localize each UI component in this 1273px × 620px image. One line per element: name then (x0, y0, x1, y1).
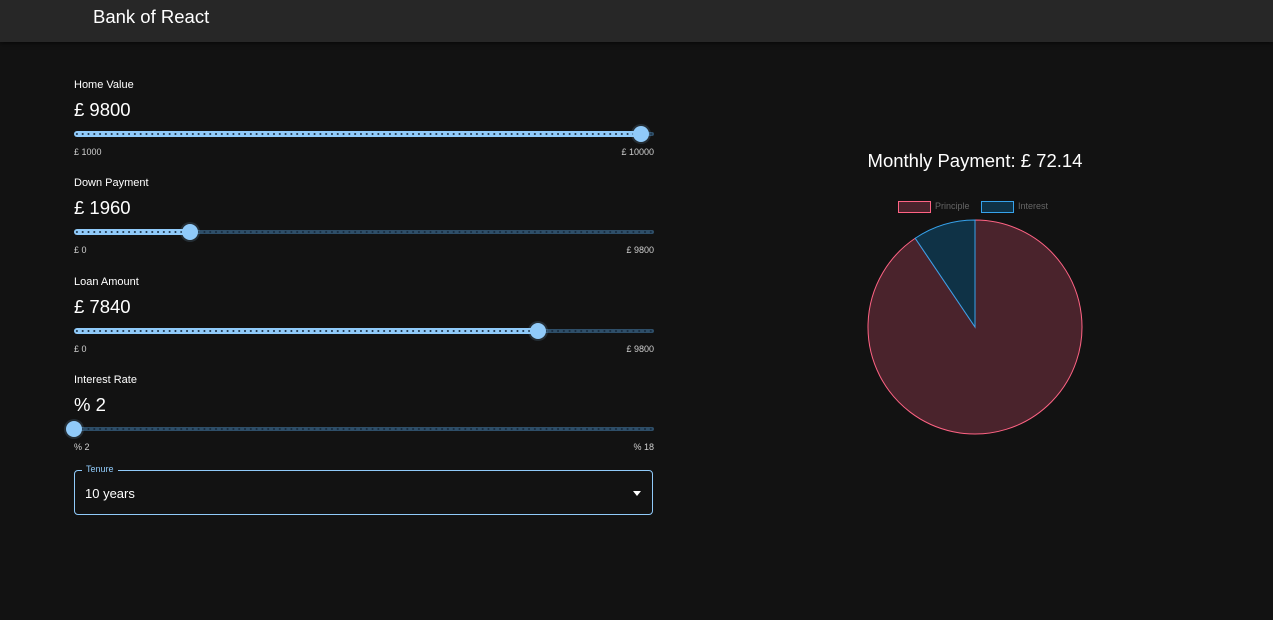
slider-thumb[interactable] (633, 126, 650, 142)
loan-amount-value: £ 7840 (74, 296, 131, 317)
interest-rate-min-label: % 2 (74, 442, 90, 452)
slider-marks (74, 330, 654, 332)
slider-marks (74, 133, 654, 135)
home-value-label: Home Value (74, 79, 134, 91)
slider-thumb[interactable] (66, 421, 82, 437)
tenure-select[interactable]: Tenure 10 years (74, 464, 653, 515)
down-payment-amount: £ 1960 (74, 197, 131, 218)
down-payment-slider[interactable] (74, 223, 654, 241)
interest-rate-label: Interest Rate (74, 374, 137, 386)
slider-thumb[interactable] (530, 323, 546, 339)
slider-marks (74, 231, 654, 233)
down-payment-label: Down Payment (74, 177, 149, 189)
home-value-amount: £ 9800 (74, 99, 131, 120)
tenure-label: Tenure (82, 464, 118, 474)
tenure-value: 10 years (85, 486, 135, 501)
home-value-max-label: £ 10000 (621, 147, 654, 157)
loan-amount-max-label: £ 9800 (626, 344, 654, 354)
payment-pie-chart (867, 219, 1083, 435)
interest-rate-max-label: % 18 (633, 442, 654, 452)
down-payment-min-label: £ 0 (74, 245, 87, 255)
app-bar: Bank of React (0, 0, 1273, 42)
loan-amount-slider[interactable] (74, 322, 654, 340)
interest-rate-slider[interactable] (66, 420, 654, 438)
monthly-payment-title: Monthly Payment: £ 72.14 (867, 150, 1083, 171)
home-value-min-label: £ 1000 (74, 147, 102, 157)
down-payment-max-label: £ 9800 (626, 245, 654, 255)
loan-amount-min-label: £ 0 (74, 344, 87, 354)
down-payment-slider-group: Down Payment £ 1960 £ 0 £ 9800 (74, 177, 654, 267)
interest-rate-slider-group: Interest Rate % 2 % 2 % 18 (66, 374, 654, 464)
home-value-slider[interactable] (74, 125, 654, 143)
app-title: Bank of React (93, 6, 210, 27)
home-value-slider-group: Home Value £ 9800 £ 1000 £ 10000 (74, 79, 654, 169)
dropdown-caret-icon (633, 491, 641, 496)
chart-title-row: Monthly Payment: £ 72.14 (828, 150, 1122, 172)
slider-thumb[interactable] (182, 224, 198, 240)
slider-marks (74, 428, 654, 430)
loan-amount-label: Loan Amount (74, 276, 139, 288)
loan-amount-slider-group: Loan Amount £ 7840 £ 0 £ 9800 (74, 276, 654, 366)
interest-rate-value: % 2 (74, 394, 106, 415)
